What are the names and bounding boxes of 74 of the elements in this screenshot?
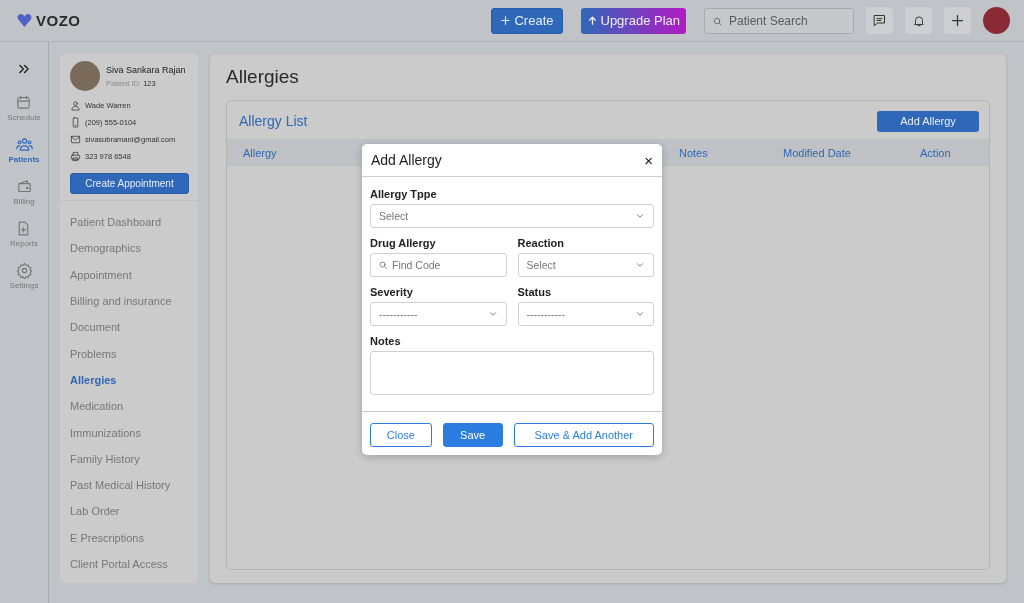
- patient-avatar: [70, 61, 100, 91]
- create-button[interactable]: Create: [491, 7, 563, 34]
- nav-item[interactable]: Appointment: [70, 261, 188, 288]
- select-field[interactable]: Select: [370, 204, 654, 228]
- printer-icon: [70, 151, 81, 162]
- user-avatar[interactable]: [983, 7, 1010, 34]
- calendar-icon: [15, 94, 33, 111]
- settings-icon: [15, 262, 33, 279]
- search-field[interactable]: Find Code: [370, 253, 507, 277]
- patient-name: Siva Sankara Rajan: [106, 64, 186, 75]
- column-header: Modified Date: [783, 146, 852, 159]
- nav-item[interactable]: Demographics: [70, 235, 188, 262]
- field-label: Status: [517, 286, 553, 298]
- add-allergy-button[interactable]: Add Allergy: [877, 110, 979, 132]
- nav-item[interactable]: Billing and insurance: [70, 287, 188, 315]
- expand-button[interactable]: [17, 62, 31, 76]
- nav-item[interactable]: Family History: [70, 445, 188, 472]
- field-label: Reaction: [517, 237, 565, 249]
- add-button[interactable]: [944, 7, 971, 34]
- bell-icon: [911, 13, 926, 28]
- column-header: Allergy: [243, 146, 278, 159]
- plus-icon: [950, 13, 965, 28]
- nav-item[interactable]: Lab Order: [70, 498, 188, 525]
- select-field[interactable]: -----------: [370, 302, 507, 326]
- nav-item[interactable]: Medication: [70, 393, 188, 420]
- dialog-button[interactable]: Save & Add Another: [513, 423, 654, 447]
- column-header: Action: [920, 146, 952, 159]
- nav-item[interactable]: Past Medical History: [70, 471, 188, 499]
- nav-item[interactable]: Patient Dashboard: [70, 209, 188, 236]
- heart-logo-icon: [17, 14, 32, 27]
- phone-icon: [70, 117, 81, 128]
- field-label: Notes: [370, 335, 402, 347]
- dialog-button[interactable]: Close: [370, 423, 432, 447]
- create-appointment-button[interactable]: Create Appointment: [70, 173, 189, 194]
- sidebar-item[interactable]: Reports: [10, 220, 38, 252]
- nav-item[interactable]: E Prescriptions: [70, 524, 188, 551]
- nav-item[interactable]: Allergies: [70, 366, 188, 394]
- upgrade-plan-button[interactable]: Upgrade Plan: [580, 7, 686, 34]
- field-label: Severity: [370, 286, 414, 298]
- close-button[interactable]: ×: [644, 151, 653, 169]
- chat-icon: [872, 13, 887, 28]
- chevron-down-icon: [635, 211, 645, 221]
- panel-title: Allergy List: [239, 113, 308, 129]
- search-field[interactable]: Patient Search: [704, 7, 854, 34]
- page-title: Allergies: [226, 66, 300, 88]
- dialog-title: Add Allergy: [371, 152, 442, 168]
- sidebar-item[interactable]: Billing: [13, 178, 35, 210]
- envelope-icon: [70, 134, 81, 145]
- notes-field[interactable]: [370, 351, 654, 395]
- sidebar-item[interactable]: Patients: [8, 136, 40, 168]
- nav-item[interactable]: Client Portal Access: [70, 550, 188, 578]
- double-chevron-icon: [17, 62, 31, 76]
- dialog-button[interactable]: Save: [442, 423, 503, 447]
- select-field[interactable]: -----------: [517, 302, 654, 326]
- select-field[interactable]: Select: [517, 253, 654, 277]
- chevron-down-icon: [635, 309, 645, 319]
- nav-item[interactable]: Problems: [70, 340, 188, 367]
- wallet-icon: [15, 178, 33, 195]
- plus-icon: [500, 15, 512, 26]
- person-icon: [70, 100, 81, 111]
- field-label: Drug Allergy: [370, 237, 437, 249]
- nav-item[interactable]: Immunizations: [70, 419, 188, 446]
- chevron-down-icon: [635, 260, 645, 270]
- field-label: Allergy Tppe: [370, 188, 438, 200]
- chat-button[interactable]: [866, 7, 893, 34]
- logo-text: VOZO: [36, 12, 81, 29]
- column-header: Notes: [679, 146, 709, 159]
- nav-item[interactable]: Document: [70, 314, 188, 341]
- chevron-down-icon: [487, 309, 498, 319]
- notifications-button[interactable]: [905, 7, 932, 34]
- sidebar-item[interactable]: Settings: [9, 262, 39, 294]
- up-arrow-icon: [586, 15, 598, 26]
- people-icon: [15, 136, 33, 153]
- sidebar-item[interactable]: Schedule: [7, 94, 41, 126]
